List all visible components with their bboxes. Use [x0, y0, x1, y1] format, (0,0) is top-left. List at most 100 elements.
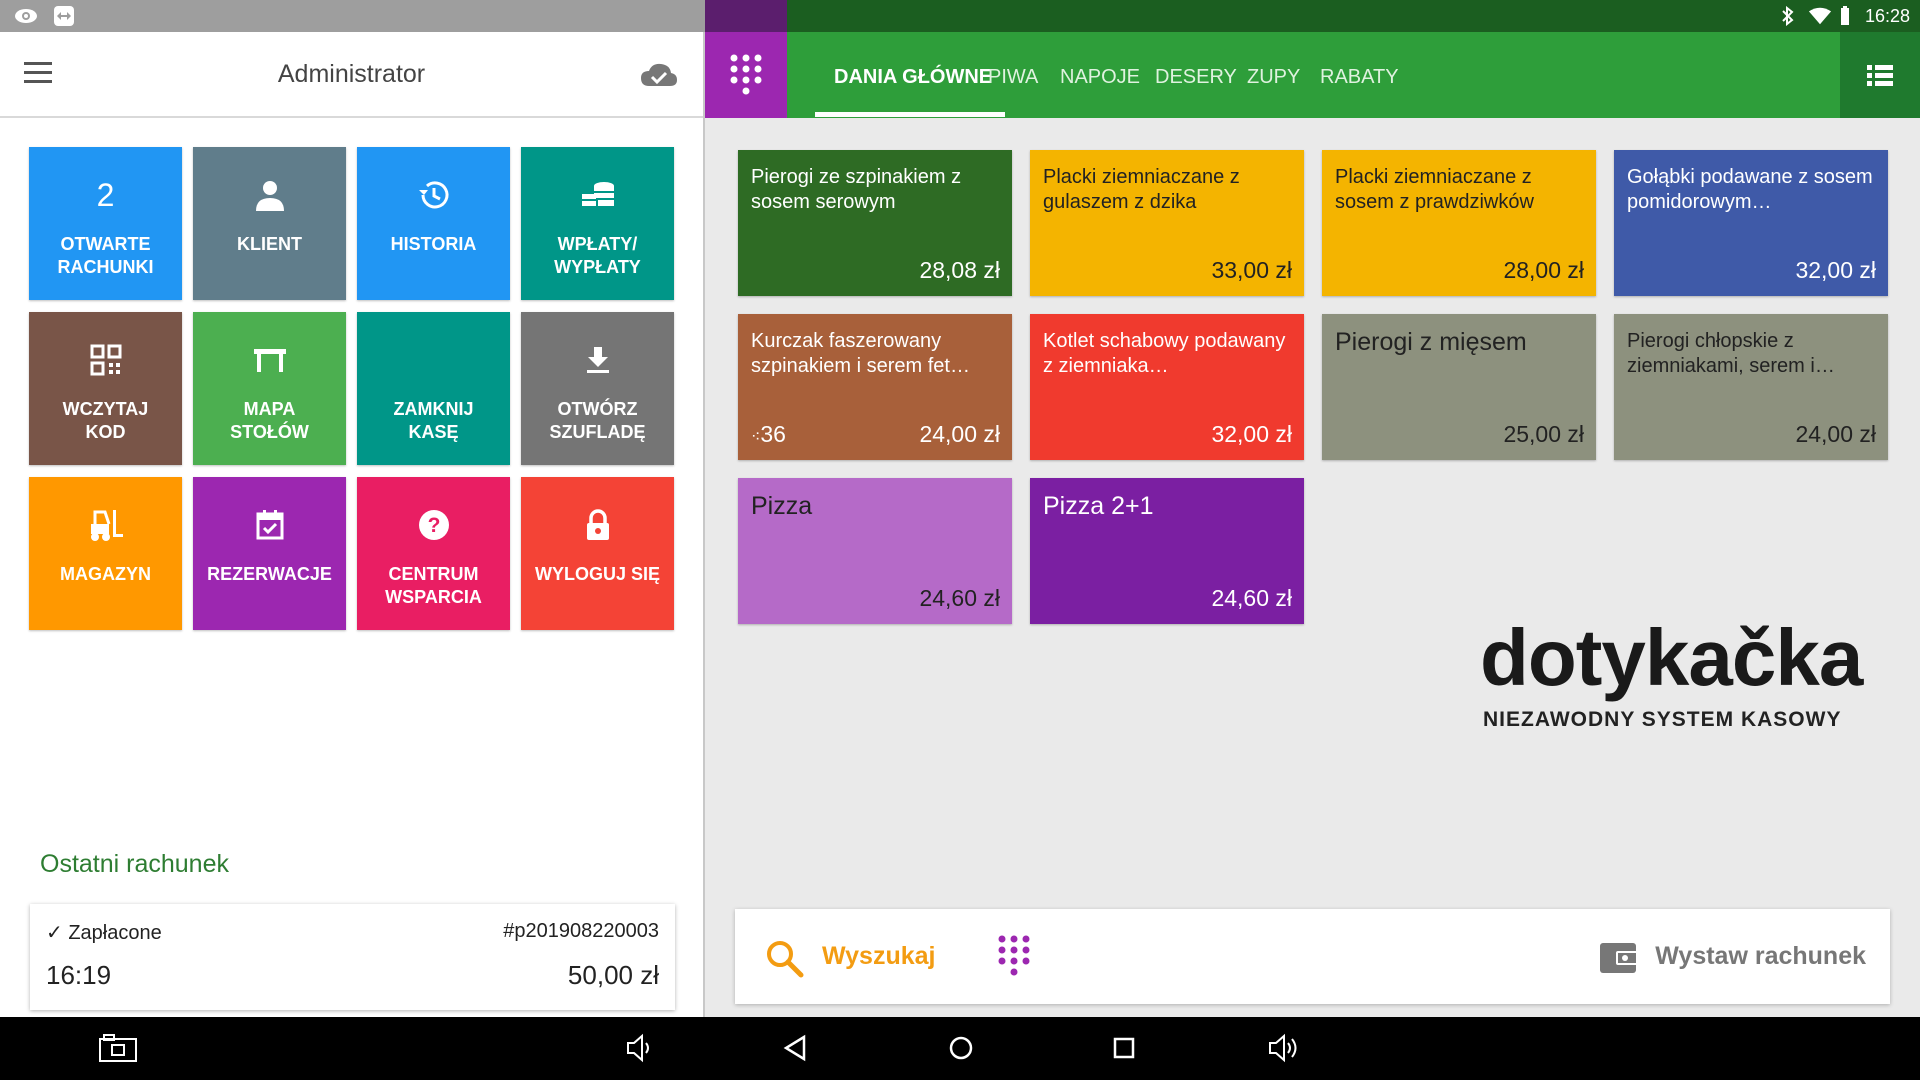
- product-tile[interactable]: Pierogi ze szpinakiem z sosem serowym 28…: [738, 150, 1012, 296]
- product-name: Pizza 2+1: [1043, 492, 1154, 520]
- person-icon: [250, 175, 290, 215]
- bottom-action-bar: Wyszukaj Wystaw rachunek: [735, 909, 1890, 1004]
- tile-label: MAPA STOŁÓW: [230, 399, 309, 442]
- product-name: Pierogi ze szpinakiem z sosem serowym: [751, 166, 962, 213]
- coins-icon: [578, 175, 618, 215]
- tile-label: MAGAZYN: [60, 564, 151, 584]
- product-tile[interactable]: Kotlet schabowy podawany z ziemniaka… 32…: [1030, 314, 1304, 460]
- screenshot-icon[interactable]: [98, 1033, 138, 1068]
- product-price: 33,00 zł: [1211, 257, 1292, 283]
- cloud-sync-icon[interactable]: [639, 60, 679, 90]
- tile-label: OTWARTE RACHUNKI: [57, 234, 154, 277]
- product-price: 24,00 zł: [919, 421, 1000, 447]
- home-icon[interactable]: [946, 1033, 976, 1068]
- product-name: Placki ziemniaczane z gulaszem z dzika: [1043, 166, 1240, 213]
- status-bar-left: [0, 0, 705, 32]
- product-tile[interactable]: Gołąbki podawane z sosem pomidorowym… 32…: [1614, 150, 1888, 296]
- product-price: 28,08 zł: [919, 257, 1000, 283]
- product-tile[interactable]: Pizza 24,60 zł: [738, 478, 1012, 624]
- product-price: 32,00 zł: [1795, 257, 1876, 283]
- bill-status-label: Zapłacone: [68, 922, 162, 944]
- tile-label: OTWÓRZ SZUFLADĘ: [549, 399, 646, 442]
- tile-table-map[interactable]: MAPA STOŁÓW: [193, 312, 346, 465]
- lock-icon: [578, 505, 618, 545]
- download-icon: [578, 340, 618, 380]
- tile-warehouse[interactable]: MAGAZYN: [29, 477, 182, 630]
- tab-main-dishes[interactable]: DANIA GŁÓWNE: [834, 66, 992, 89]
- left-panel: Administrator 2 OTWARTE RACHUNKI KLIENT …: [0, 32, 705, 1017]
- last-bill-heading: Ostatni rachunek: [40, 850, 229, 878]
- tile-cash-in-out[interactable]: WPŁATY/ WYPŁATY: [521, 147, 674, 300]
- tile-support-center[interactable]: ? CENTRUM WSPARCIA: [357, 477, 510, 630]
- tab-beers[interactable]: PIWA: [988, 66, 1038, 89]
- history-icon: [414, 175, 454, 215]
- tab-drinks[interactable]: NAPOJE: [1060, 66, 1140, 89]
- tile-open-drawer[interactable]: OTWÓRZ SZUFLADĘ: [521, 312, 674, 465]
- tile-label: WPŁATY/ WYPŁATY: [554, 234, 641, 277]
- tile-client[interactable]: KLIENT: [193, 147, 346, 300]
- tile-label: WCZYTAJ KOD: [62, 399, 149, 442]
- right-panel: DANIA GŁÓWNE PIWA NAPOJE DESERY ZUPY RAB…: [705, 32, 1920, 1017]
- tab-desserts[interactable]: DESERY: [1155, 66, 1237, 89]
- product-price: 24,60 zł: [1211, 585, 1292, 611]
- product-tile[interactable]: Pierogi z mięsem 25,00 zł: [1322, 314, 1596, 460]
- battery-icon: [1840, 5, 1850, 27]
- product-price: 24,60 zł: [919, 585, 1000, 611]
- product-price: 25,00 zł: [1503, 421, 1584, 447]
- volume-up-icon[interactable]: [1266, 1033, 1300, 1068]
- status-bar-right: 16:28: [787, 0, 1920, 32]
- tile-close-register[interactable]: ZAMKNIJ KASĘ: [357, 312, 510, 465]
- product-tile[interactable]: Placki ziemniaczane z gulaszem z dzika 3…: [1030, 150, 1304, 296]
- product-name: Placki ziemniaczane z sosem z prawdziwkó…: [1335, 166, 1534, 213]
- search-icon[interactable]: [765, 939, 805, 984]
- volume-down-icon[interactable]: [624, 1033, 654, 1068]
- clock: 16:28: [1864, 6, 1910, 26]
- product-name: Kurczak faszerowany szpinakiem i serem f…: [751, 330, 970, 377]
- svg-text:?: ?: [427, 514, 440, 537]
- issue-bill-button[interactable]: Wystaw rachunek: [1655, 942, 1866, 971]
- product-tile[interactable]: Pizza 2+1 24,60 zł: [1030, 478, 1304, 624]
- tile-logout[interactable]: WYLOGUJ SIĘ: [521, 477, 674, 630]
- tile-open-bills[interactable]: 2 OTWARTE RACHUNKI: [29, 147, 182, 300]
- list-view-button[interactable]: [1840, 32, 1920, 118]
- qr-code-icon: [86, 340, 126, 380]
- active-tab-indicator: [815, 112, 1005, 117]
- category-tabs: DANIA GŁÓWNE PIWA NAPOJE DESERY ZUPY RAB…: [787, 32, 1840, 118]
- tile-scan-code[interactable]: WCZYTAJ KOD: [29, 312, 182, 465]
- forklift-icon: [86, 505, 126, 545]
- last-bill-card[interactable]: ✓ Zapłacone #p201908220003 16:19 50,00 z…: [30, 904, 675, 1010]
- numeric-keypad-icon[interactable]: [997, 934, 1031, 983]
- product-price: 28,00 zł: [1503, 257, 1584, 283]
- product-tile[interactable]: Placki ziemniaczane z sosem z prawdziwkó…: [1322, 150, 1596, 296]
- search-button[interactable]: Wyszukaj: [822, 942, 935, 971]
- tile-label: ZAMKNIJ KASĘ: [393, 399, 474, 442]
- product-name: Pierogi z mięsem: [1335, 328, 1527, 356]
- tile-reservations[interactable]: REZERWACJE: [193, 477, 346, 630]
- product-name: Gołąbki podawane z sosem pomidorowym…: [1627, 166, 1873, 213]
- calendar-check-icon: [250, 505, 290, 545]
- table-icon: [250, 340, 290, 380]
- keypad-button[interactable]: [705, 32, 787, 118]
- stock-dots-icon: ⁖: [751, 429, 761, 446]
- help-icon: ?: [414, 505, 454, 545]
- wifi-icon: [1808, 5, 1832, 27]
- tile-label: CENTRUM WSPARCIA: [385, 564, 482, 607]
- product-name: Pierogi chłopskie z ziemniakami, serem i…: [1627, 330, 1835, 377]
- wallet-icon[interactable]: [1598, 937, 1640, 982]
- bill-status: ✓ Zapłacone: [46, 920, 162, 945]
- tile-label: HISTORIA: [390, 234, 477, 254]
- tab-discounts[interactable]: RABATY: [1320, 66, 1399, 89]
- product-tile[interactable]: Pierogi chłopskie z ziemniakami, serem i…: [1614, 314, 1888, 460]
- keypad-icon: [730, 54, 762, 95]
- bill-number: #p201908220003: [503, 920, 659, 942]
- back-icon[interactable]: [782, 1033, 810, 1068]
- tile-history[interactable]: HISTORIA: [357, 147, 510, 300]
- teamviewer-icon: [52, 5, 76, 27]
- product-name: Pizza: [751, 492, 813, 520]
- tile-label: REZERWACJE: [207, 564, 332, 584]
- eye-icon: [14, 5, 38, 27]
- tile-label: WYLOGUJ SIĘ: [534, 564, 660, 584]
- recents-icon[interactable]: [1110, 1033, 1138, 1068]
- tab-soups[interactable]: ZUPY: [1247, 66, 1300, 89]
- product-tile[interactable]: Kurczak faszerowany szpinakiem i serem f…: [738, 314, 1012, 460]
